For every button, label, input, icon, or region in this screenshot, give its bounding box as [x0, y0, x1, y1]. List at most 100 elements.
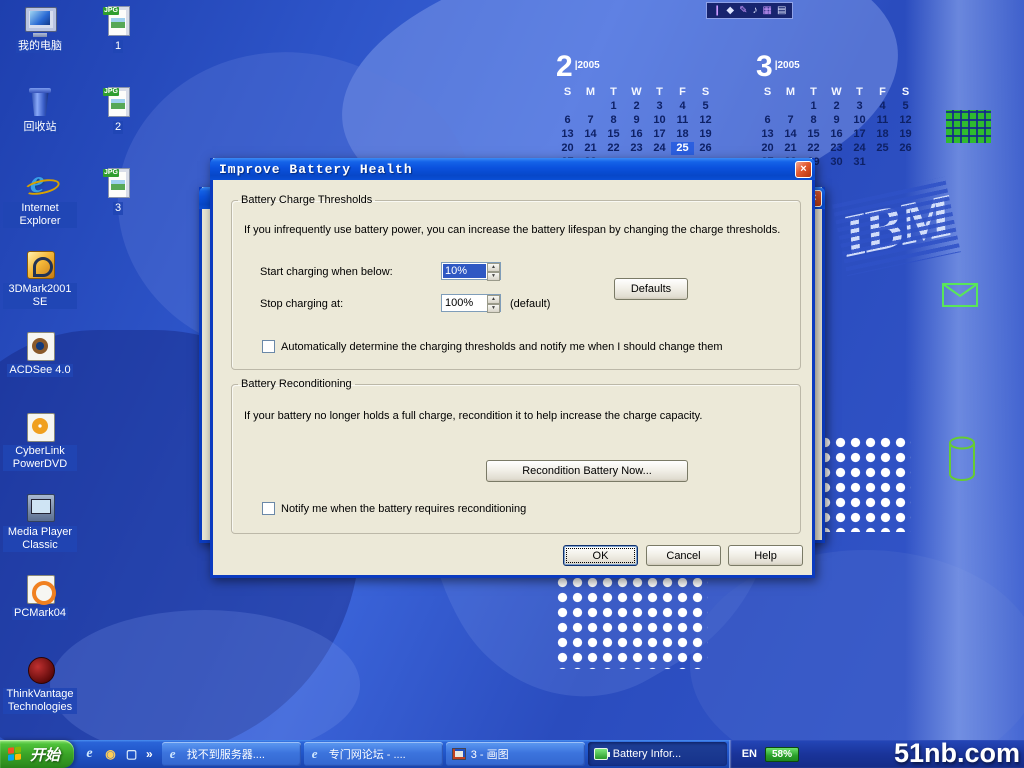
desktop-icon-label: 我的电脑: [16, 40, 64, 53]
desktop-icon-label: Internet Explorer: [3, 202, 77, 228]
close-icon[interactable]: ×: [795, 161, 812, 178]
desktop-icon-pcmark[interactable]: PCMark04: [2, 571, 78, 652]
desktop-icon-jpg[interactable]: JPG 2: [80, 85, 156, 166]
improve-battery-health-dialog: Improve Battery Health × Battery Charge …: [210, 158, 815, 578]
ie-icon: [23, 168, 57, 200]
taskbar-button-battery[interactable]: Battery Infor...: [588, 742, 727, 766]
spinner-up-icon[interactable]: ▲: [487, 263, 500, 272]
notify-reconditioning-label: Notify me when the battery requires reco…: [281, 503, 526, 515]
desktop-icon-label: 回收站: [22, 121, 59, 134]
desktop-icon-powerdvd[interactable]: CyberLink PowerDVD: [2, 409, 78, 490]
windows-flag-icon: [8, 746, 24, 763]
watermark: 51nb.com: [894, 738, 1020, 768]
battery-meter[interactable]: 58%: [765, 747, 799, 762]
desktop-icon-acdsee[interactable]: ACDSee 4.0: [2, 328, 78, 409]
start-label: 开始: [30, 744, 60, 765]
desktop-icon-label: Media Player Classic: [3, 526, 77, 552]
ie-quick-launch-icon[interactable]: e: [81, 746, 98, 762]
battery-charge-thresholds-group: Battery Charge Thresholds If you infrequ…: [231, 194, 801, 370]
start-threshold-value[interactable]: 10%: [443, 264, 486, 278]
desktop-icon-label: PCMark04: [12, 607, 68, 620]
desktop-icon-thinkvantage[interactable]: ThinkVantage Technologies: [2, 652, 78, 733]
desktop-icon-label: 1: [113, 40, 123, 53]
threedmark-icon: [23, 249, 57, 281]
start-charging-label: Start charging when below:: [260, 266, 393, 278]
notify-reconditioning-row: Notify me when the battery requires reco…: [262, 502, 526, 515]
taskbar-button-ie[interactable]: 专门网论坛 - ....: [304, 742, 443, 766]
taskbar-button-ie[interactable]: 找不到服务器....: [162, 742, 301, 766]
notify-reconditioning-checkbox[interactable]: [262, 502, 275, 515]
taskbar-button-paint[interactable]: 3 - 画图: [446, 742, 585, 766]
language-bar[interactable]: ❙ ◆ ✎ ♪ ▦ ▤: [706, 2, 793, 19]
acdsee-icon: [23, 330, 57, 362]
jpg-badge: JPG: [103, 88, 119, 96]
desktop-icon-label: 3DMark2001 SE: [3, 283, 77, 309]
ie-icon: [310, 748, 324, 760]
desktop-icon-label: CyberLink PowerDVD: [3, 445, 77, 471]
stop-charging-label: Stop charging at:: [260, 298, 343, 310]
desktop-icon-label: ACDSee 4.0: [7, 364, 72, 377]
task-label: 找不到服务器....: [187, 746, 265, 762]
group-title: Battery Charge Thresholds: [238, 194, 375, 206]
powerdvd-icon: [23, 411, 57, 443]
reconditioning-description: If your battery no longer holds a full c…: [244, 410, 792, 422]
keyboard-icon[interactable]: ▦: [762, 3, 771, 18]
media-player-quick-launch-icon[interactable]: ◉: [102, 747, 119, 762]
task-label: 3 - 画图: [471, 746, 509, 762]
default-note: (default): [510, 298, 550, 310]
defaults-button[interactable]: Defaults: [614, 278, 688, 300]
desktop-icon-mpc[interactable]: Media Player Classic: [2, 490, 78, 571]
spinner-buttons: ▲▼: [487, 263, 500, 279]
thinkvantage-icon: [23, 654, 57, 686]
taskbar-tasks: 找不到服务器.... 专门网论坛 - .... 3 - 画图 Battery Info…: [160, 740, 729, 768]
ime-mode-icon[interactable]: ◆: [726, 3, 734, 18]
dialog-titlebar[interactable]: Improve Battery Health ×: [210, 158, 815, 180]
recondition-battery-button[interactable]: Recondition Battery Now...: [486, 460, 688, 482]
desktop-icon-my-computer[interactable]: 我的电脑: [2, 4, 78, 85]
mpc-icon: [23, 492, 57, 524]
pcmark-icon: [23, 573, 57, 605]
spinner-down-icon[interactable]: ▼: [487, 304, 500, 313]
start-button[interactable]: 开始: [0, 740, 74, 768]
desktop-icon-ie[interactable]: Internet Explorer: [2, 166, 78, 247]
dialog-body: Battery Charge Thresholds If you infrequ…: [213, 180, 812, 575]
sound-icon[interactable]: ♪: [752, 3, 757, 18]
task-label: 专门网论坛 - ....: [329, 746, 406, 762]
menu-icon[interactable]: ▤: [777, 3, 786, 18]
desktop-icon-jpg[interactable]: JPG 3: [80, 166, 156, 247]
auto-determine-checkbox[interactable]: [262, 340, 275, 353]
ie-icon: [168, 748, 182, 760]
language-indicator[interactable]: EN: [742, 748, 757, 760]
spinner-up-icon[interactable]: ▲: [487, 295, 500, 304]
stop-threshold-spinner[interactable]: 100% ▲▼: [441, 294, 501, 312]
desktop-icon-label: ThinkVantage Technologies: [3, 688, 77, 714]
desktop-icon-recycle-bin[interactable]: 回收站: [2, 85, 78, 166]
desktop-icon-label: 2: [113, 121, 123, 134]
start-threshold-spinner[interactable]: 10% ▲▼: [441, 262, 501, 280]
recycle-bin-icon: [23, 87, 57, 119]
jpg-icon: JPG: [101, 6, 135, 38]
desktop-icon-threedmark[interactable]: 3DMark2001 SE: [2, 247, 78, 328]
jpg-badge: JPG: [103, 7, 119, 15]
pen-icon[interactable]: ✎: [739, 3, 747, 18]
cancel-button[interactable]: Cancel: [646, 545, 721, 566]
group-title: Battery Reconditioning: [238, 378, 355, 390]
quick-launch-overflow-icon[interactable]: »: [144, 747, 153, 761]
my-computer-icon: [23, 6, 57, 38]
grip-icon[interactable]: ❙: [713, 3, 721, 18]
help-button[interactable]: Help: [728, 545, 803, 566]
jpg-icon: JPG: [101, 168, 135, 200]
spinner-buttons: ▲▼: [487, 295, 500, 311]
desktop-icon-jpg[interactable]: JPG 1: [80, 4, 156, 85]
ok-button[interactable]: OK: [563, 545, 638, 566]
thresholds-description: If you infrequently use battery power, y…: [244, 224, 792, 236]
paint-icon: [452, 748, 466, 760]
desktop-icon-label: 3: [113, 202, 123, 215]
stop-threshold-value[interactable]: 100%: [443, 296, 486, 310]
spinner-down-icon[interactable]: ▼: [487, 272, 500, 281]
auto-determine-row: Automatically determine the charging thr…: [262, 340, 722, 353]
quick-launch-bar: e ◉ ▢ »: [74, 740, 160, 768]
show-desktop-icon[interactable]: ▢: [123, 747, 140, 762]
task-label: Battery Infor...: [613, 748, 681, 760]
battery-reconditioning-group: Battery Reconditioning If your battery n…: [231, 378, 801, 534]
